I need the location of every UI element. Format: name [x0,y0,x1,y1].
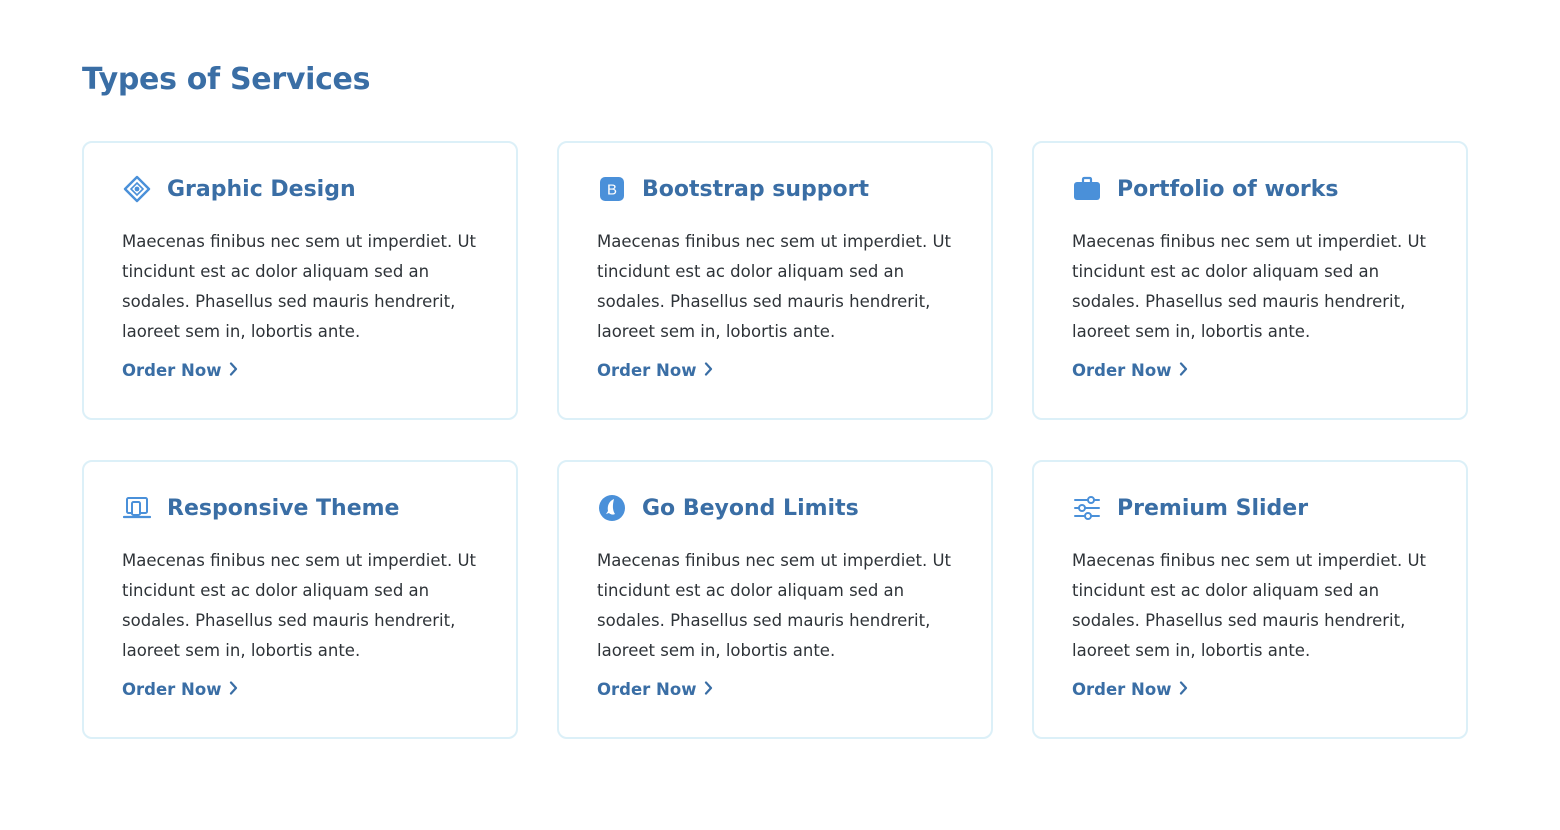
order-now-link[interactable]: Order Now [122,361,238,380]
card-description: Maecenas finibus nec sem ut imperdiet. U… [122,551,476,660]
card-title: Go Beyond Limits [642,495,859,521]
section-title: Types of Services [82,62,371,97]
order-now-link[interactable]: Order Now [1072,680,1188,699]
chevron-right-icon [704,680,713,699]
services-grid: Graphic Design Maecenas finibus nec sem … [82,141,1468,739]
card-title: Graphic Design [167,176,356,202]
bootstrap-icon: B [597,174,627,204]
card-description: Maecenas finibus nec sem ut imperdiet. U… [597,232,951,341]
card-description: Maecenas finibus nec sem ut imperdiet. U… [597,551,951,660]
chevron-right-icon [1179,680,1188,699]
card-header: B Bootstrap support [597,173,953,205]
chevron-right-icon [229,680,238,699]
card-header: Go Beyond Limits [597,492,953,524]
service-card-go-beyond-limits: Go Beyond Limits Maecenas finibus nec se… [557,460,993,739]
order-now-label: Order Now [597,680,697,699]
card-description: Maecenas finibus nec sem ut imperdiet. U… [122,232,476,341]
laptop-phone-icon [122,493,152,523]
service-card-graphic-design: Graphic Design Maecenas finibus nec sem … [82,141,518,420]
order-now-link[interactable]: Order Now [597,361,713,380]
card-title: Responsive Theme [167,495,400,521]
service-card-portfolio-of-works: Portfolio of works Maecenas finibus nec … [1032,141,1468,420]
card-title: Bootstrap support [642,176,869,202]
card-header: Portfolio of works [1072,173,1428,205]
service-card-premium-slider: Premium Slider Maecenas finibus nec sem … [1032,460,1468,739]
order-now-label: Order Now [122,680,222,699]
card-header: Graphic Design [122,173,478,205]
svg-text:B: B [607,182,617,199]
order-now-label: Order Now [1072,680,1172,699]
diamond-target-icon [122,174,152,204]
order-now-link[interactable]: Order Now [597,680,713,699]
service-card-bootstrap-support: B Bootstrap support Maecenas finibus nec… [557,141,993,420]
card-title: Premium Slider [1117,495,1309,521]
service-card-responsive-theme: Responsive Theme Maecenas finibus nec se… [82,460,518,739]
sliders-icon [1072,493,1102,523]
chevron-right-icon [229,361,238,380]
order-now-label: Order Now [1072,361,1172,380]
card-header: Premium Slider [1072,492,1428,524]
card-description: Maecenas finibus nec sem ut imperdiet. U… [1072,551,1426,660]
order-now-link[interactable]: Order Now [1072,361,1188,380]
services-section: Types of Services Graphic Design Maecena… [0,0,1560,830]
order-now-link[interactable]: Order Now [122,680,238,699]
chevron-right-icon [704,361,713,380]
order-now-label: Order Now [122,361,222,380]
card-title: Portfolio of works [1117,176,1339,202]
briefcase-icon [1072,174,1102,204]
order-now-label: Order Now [597,361,697,380]
card-description: Maecenas finibus nec sem ut imperdiet. U… [1072,232,1426,341]
card-header: Responsive Theme [122,492,478,524]
rocket-circle-icon [597,493,627,523]
chevron-right-icon [1179,361,1188,380]
